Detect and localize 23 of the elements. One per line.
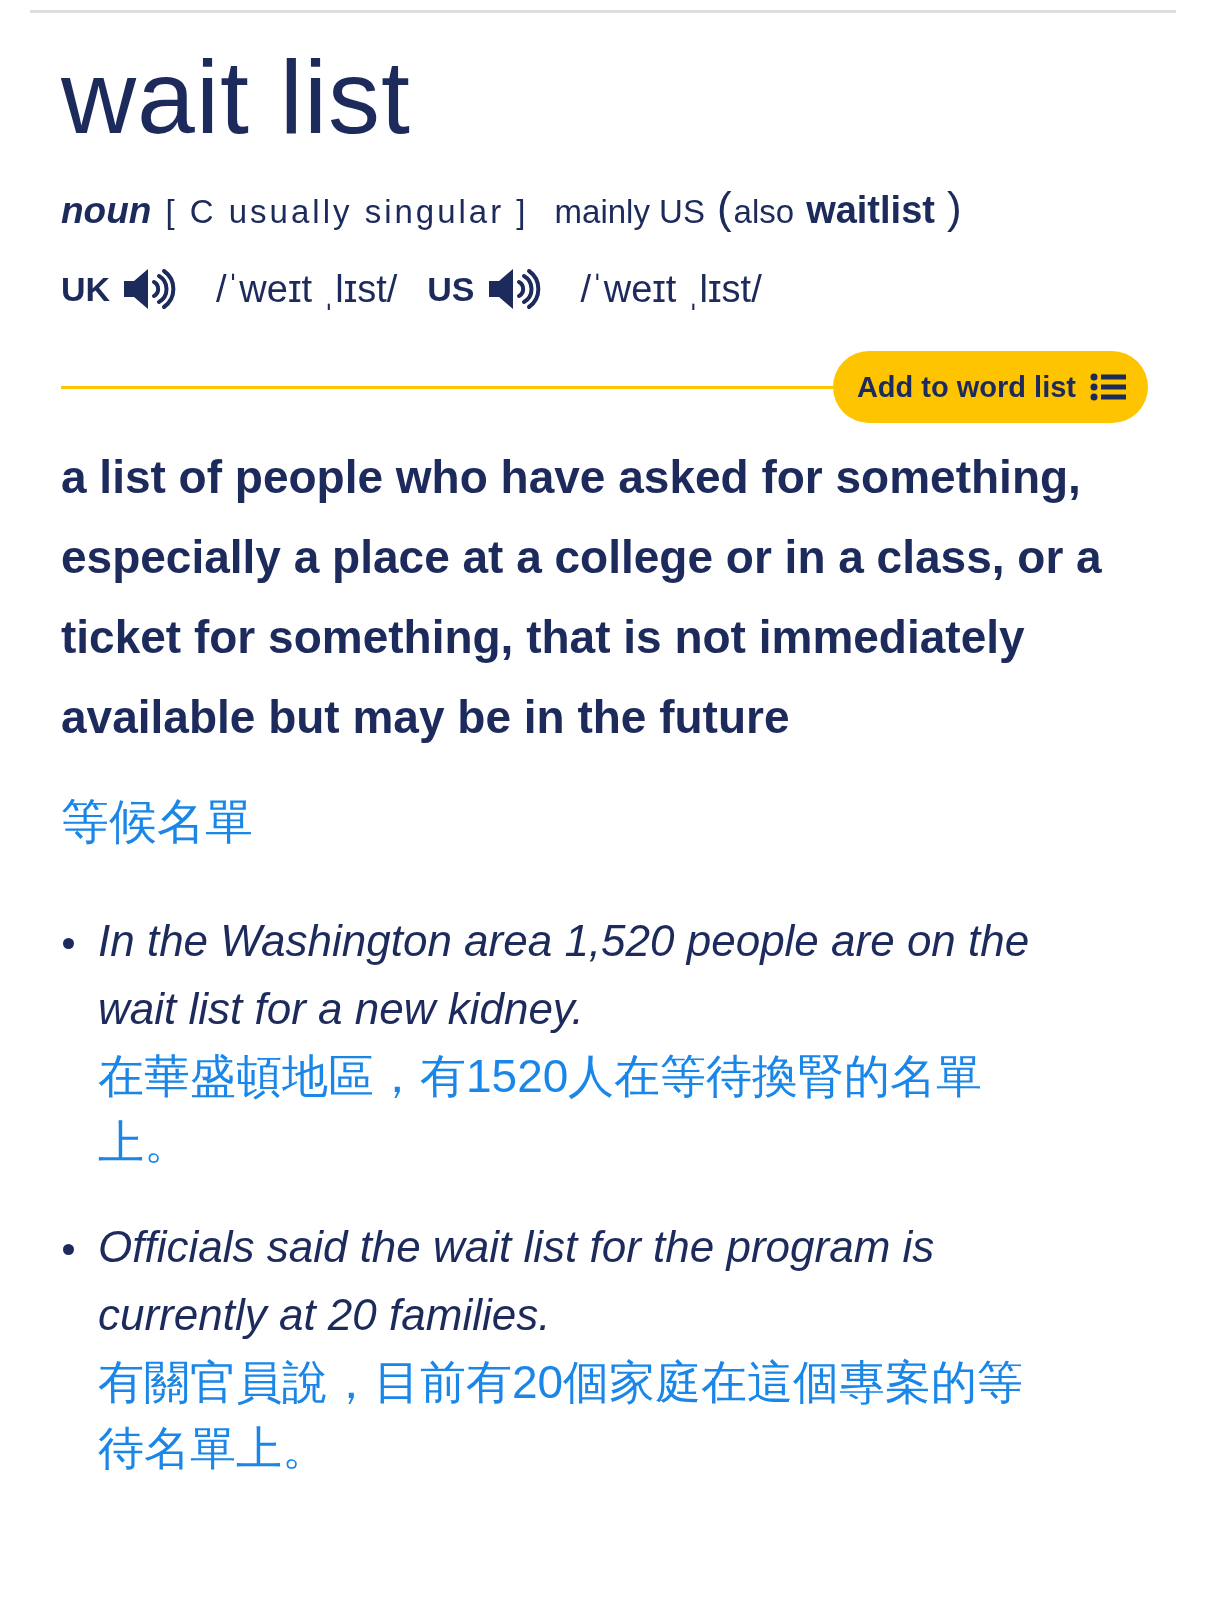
parenthesis: ) [946, 183, 962, 233]
also-label: also [733, 193, 795, 231]
example-translation: 在華盛頓地區，有1520人在等待換腎的名單上。 [98, 1049, 984, 1170]
example-sentence: Officials said the wait list for the program is currently at 20 families. [98, 1221, 936, 1341]
translation-text: 等候名單 [61, 794, 254, 850]
definition-text: a list of people who have asked for something, especially a place at a college or in a class, or a ticket for something, that is not immediately available but may be in the future [61, 450, 1103, 745]
list-icon [1090, 373, 1126, 401]
grammar-code: [ C usually singular ] [165, 193, 529, 231]
example-sentence: In the Washington area 1,520 people are on the wait list for a new kidney. [98, 915, 1031, 1035]
speaker-icon[interactable] [486, 267, 543, 311]
region-label: UK [61, 269, 111, 309]
variant-word: waitlist [806, 189, 935, 232]
add-to-word-list-button[interactable]: Add to word list [832, 351, 1148, 423]
parenthesis: ( [716, 183, 732, 233]
bullet-icon [63, 1244, 74, 1255]
usage-label: mainly US [554, 193, 705, 231]
phonetic-transcription: /ˈweɪt ˌlɪst/ [216, 267, 398, 311]
phonetic-transcription: /ˈweɪt ˌlɪst/ [580, 267, 762, 311]
region-label: US [427, 269, 475, 309]
part-of-speech: noun [61, 190, 152, 232]
example-translation: 有關官員說，目前有20個家庭在這個專案的等待名單上。 [98, 1355, 1025, 1476]
bullet-icon [63, 938, 74, 949]
headword: wait list [61, 38, 412, 157]
